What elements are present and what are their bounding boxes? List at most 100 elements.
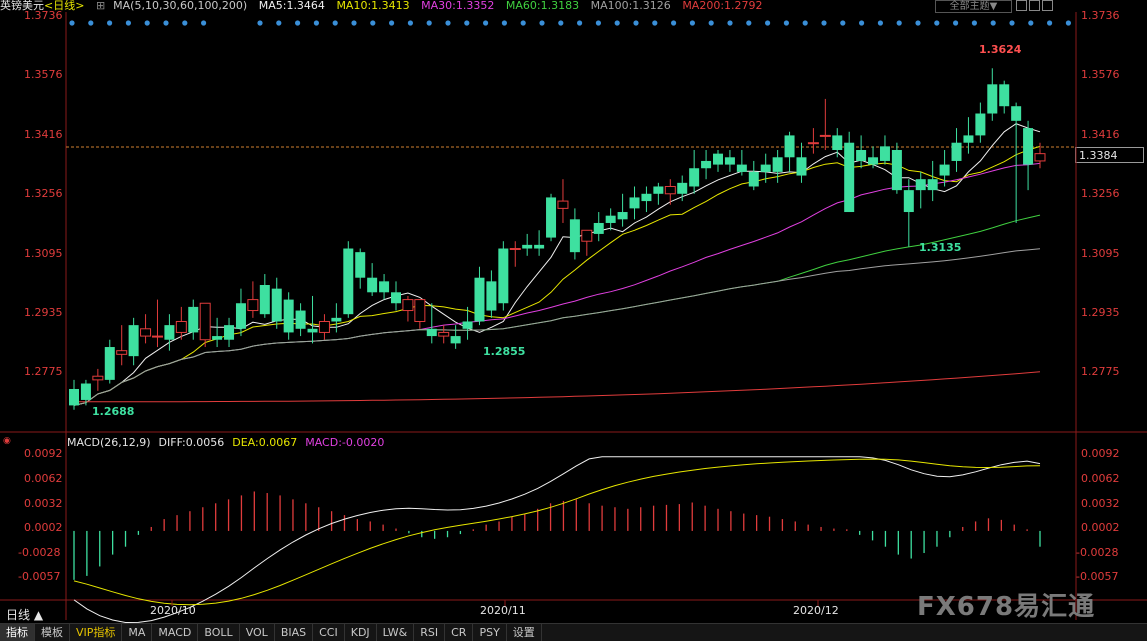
dea-line	[73, 458, 1041, 606]
candle-body	[199, 302, 211, 341]
candle-body	[318, 320, 330, 333]
candle-body	[164, 325, 175, 340]
candle-body	[367, 277, 378, 293]
tab-bias[interactable]: BIAS	[275, 624, 314, 641]
indicator-tabbar: 指标 模板 VIP指标 MA MACD BOLL VOL BIAS CCI KDJ LW& RSI CR…	[0, 623, 1147, 641]
tab-ma[interactable]: MA	[122, 624, 153, 641]
candle-body	[879, 146, 890, 161]
event-dot	[520, 20, 526, 26]
macd-right-0: 0.0092	[1081, 447, 1120, 460]
candle-body	[92, 375, 104, 381]
candle-body	[569, 219, 580, 253]
candle-body	[939, 164, 950, 176]
candle-body	[819, 134, 831, 137]
candle-body	[307, 328, 318, 333]
tab-cr[interactable]: CR	[445, 624, 474, 641]
tab-kdj[interactable]: KDJ	[345, 624, 377, 641]
watermark-logo: FX678易汇通	[917, 592, 1096, 622]
macd-right-4: -0.0028	[1076, 546, 1119, 559]
candle-body	[951, 142, 962, 161]
event-dot	[577, 20, 583, 26]
candle-body	[509, 248, 521, 251]
candle-body	[271, 288, 282, 322]
candle-body	[915, 179, 926, 191]
candle-body	[832, 135, 843, 150]
annotation-high: 1.3624	[979, 43, 1022, 56]
candle-body	[355, 252, 366, 278]
candle-body	[450, 336, 461, 344]
candle-body	[748, 171, 759, 187]
candle-body	[664, 185, 676, 195]
price-chart[interactable]	[0, 0, 1147, 640]
tab-rsi[interactable]: RSI	[414, 624, 446, 641]
event-dot	[88, 20, 94, 26]
diff-line	[73, 456, 1041, 624]
tab-settings[interactable]: 设置	[507, 624, 542, 641]
macd-value: MACD:-0.0020	[305, 436, 385, 449]
event-dot	[746, 20, 752, 26]
candle-body	[987, 84, 998, 114]
candle-body	[724, 157, 735, 165]
tab-vip-indicator[interactable]: VIP指标	[70, 624, 123, 641]
tab-template[interactable]: 模板	[35, 624, 70, 641]
annotation-low-mid: 1.2855	[483, 345, 526, 358]
candle-body	[927, 179, 938, 191]
candle-body	[116, 350, 128, 355]
date-nov: 2020/11	[480, 604, 526, 617]
annotation-low-left: 1.2688	[92, 405, 135, 418]
macd-settings-icon[interactable]: ◉	[3, 436, 11, 446]
candle-body	[868, 157, 879, 165]
candle-body	[653, 186, 664, 194]
tab-cci[interactable]: CCI	[313, 624, 345, 641]
candle-body	[379, 281, 390, 293]
event-dot	[539, 20, 545, 26]
candle-body	[701, 160, 712, 169]
candle-body	[975, 113, 986, 136]
candle-body	[772, 157, 783, 172]
event-dot	[783, 20, 790, 26]
candle-body	[212, 336, 223, 340]
macd-right-3: 0.0002	[1081, 521, 1120, 534]
candle-body	[1023, 128, 1034, 165]
macd-left-2: 0.0032	[24, 497, 63, 510]
macd-left-3: 0.0002	[24, 521, 63, 534]
tab-psy[interactable]: PSY	[473, 624, 507, 641]
candle-body	[343, 248, 354, 315]
tab-vol[interactable]: VOL	[240, 624, 275, 641]
annotation-low-right: 1.3135	[919, 241, 962, 254]
candle-body	[784, 135, 795, 158]
candle-body	[151, 335, 163, 338]
date-oct: 2020/10	[150, 604, 196, 617]
event-dot	[163, 20, 169, 26]
macd-left-0: 0.0092	[24, 447, 63, 460]
event-dot	[201, 20, 207, 26]
candle-body	[414, 299, 426, 322]
candle-body	[247, 299, 259, 312]
event-dot	[971, 20, 978, 26]
macd-right-5: -0.0057	[1076, 570, 1119, 583]
event-dot	[915, 20, 921, 26]
tab-boll[interactable]: BOLL	[198, 624, 240, 641]
tab-macd[interactable]: MACD	[152, 624, 199, 641]
event-dot	[389, 20, 395, 26]
macd-left-1: 0.0062	[24, 472, 63, 485]
event-dot	[727, 20, 733, 26]
event-dot	[144, 20, 150, 26]
event-dot	[125, 20, 131, 26]
candle-body	[760, 164, 771, 172]
event-dot	[1009, 20, 1015, 26]
event-dot	[445, 20, 451, 26]
period-selector[interactable]: 日线 ▲	[6, 606, 43, 623]
event-dot	[1028, 20, 1034, 26]
candle-body	[498, 248, 509, 304]
candle-body	[891, 150, 902, 191]
tab-indicator[interactable]: 指标	[0, 624, 35, 641]
event-dot	[351, 20, 357, 26]
macd-left-4: -0.0028	[18, 546, 61, 559]
ma60-line	[73, 214, 1041, 406]
candle-body	[617, 212, 628, 220]
event-dot	[859, 20, 865, 26]
candle-body	[295, 310, 306, 329]
macd-legend: MACD(26,12,9) DIFF:0.0056 DEA:0.0067 MACD:-…	[67, 436, 392, 449]
tab-lw[interactable]: LW&	[377, 624, 415, 641]
